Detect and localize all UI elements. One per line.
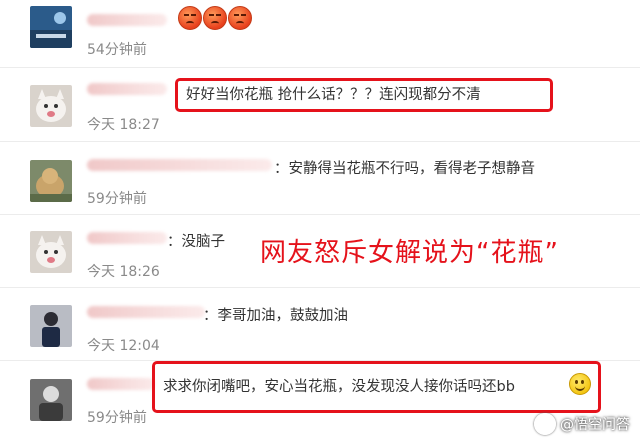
avatar[interactable] xyxy=(30,160,72,202)
comment-item: ：安静得当花瓶不行吗，看得老子想静音 59分钟前 xyxy=(0,142,640,214)
angry-emoji-icon xyxy=(203,6,227,30)
avatar[interactable] xyxy=(30,305,72,347)
comment-item: ：李哥加油，鼓鼓加油 今天 12:04 xyxy=(0,288,640,360)
avatar[interactable] xyxy=(30,379,72,421)
username-blurred xyxy=(87,378,155,390)
person-photo-avatar-icon xyxy=(30,305,72,347)
avatar[interactable] xyxy=(30,231,72,273)
overlay-caption: 网友怒斥女解说为“花瓶” xyxy=(260,238,559,268)
username-blurred xyxy=(87,306,205,318)
username-blurred xyxy=(87,159,272,171)
username-blurred xyxy=(87,232,167,244)
comment-time: 今天 12:04 xyxy=(87,338,160,354)
angry-emoji-icon xyxy=(228,6,252,30)
comment-text: 好好当你花瓶 抢什么话？？？连闪现都分不清 xyxy=(186,87,481,103)
dog-photo-avatar-icon xyxy=(30,160,72,202)
smiley-emoji-icon xyxy=(569,373,591,395)
wukong-logo-icon xyxy=(534,413,556,435)
comment-text: ：李哥加油，鼓鼓加油 xyxy=(203,308,348,324)
comment-time: 59分钟前 xyxy=(87,410,147,426)
white-cat-avatar-icon xyxy=(30,85,72,127)
comment-time: 今天 18:26 xyxy=(87,264,160,280)
username-blurred xyxy=(87,14,167,26)
comment-text: ：没脑子 xyxy=(167,234,225,250)
avatar[interactable] xyxy=(30,85,72,127)
comment-item: 好好当你花瓶 抢什么话？？？连闪现都分不清 今天 18:27 xyxy=(0,68,640,140)
angry-emoji-icon xyxy=(178,6,202,30)
username-blurred xyxy=(87,83,167,95)
avatar[interactable] xyxy=(30,6,72,48)
grey-photo-avatar-icon xyxy=(30,379,72,421)
comment-text: 求求你闭嘴吧，安心当花瓶，没发现没人接你话吗还bb xyxy=(163,379,515,395)
comment-item: 54分钟前 xyxy=(0,0,640,72)
comment-text: ：安静得当花瓶不行吗，看得老子想静音 xyxy=(274,161,535,177)
blue-landscape-avatar-icon xyxy=(30,6,72,48)
comment-time: 今天 18:27 xyxy=(87,117,160,133)
watermark: @悟空问答 xyxy=(534,413,630,435)
comment-time: 54分钟前 xyxy=(87,42,147,58)
white-cat-avatar-icon xyxy=(30,231,72,273)
watermark-text: @悟空问答 xyxy=(560,417,630,433)
comment-time: 59分钟前 xyxy=(87,191,147,207)
